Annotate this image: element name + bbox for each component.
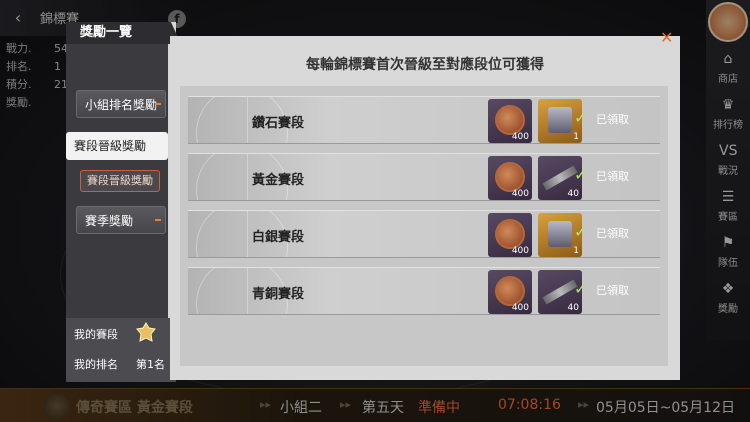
blade-icon [542, 279, 578, 305]
tier-reward-row: 白銀賽段 400 1 ✓ 已領取 [188, 210, 660, 258]
checkmark-icon: ✓ [574, 279, 588, 298]
my-rank-value: 第1名 [136, 358, 165, 371]
claimed-status: 已領取 [596, 170, 629, 183]
item-quantity: 400 [511, 246, 529, 256]
item-quantity: 40 [567, 303, 579, 313]
claimed-status: 已領取 [596, 284, 629, 297]
sub-tab-tier-promotion[interactable]: 賽段晉級獎勵 [80, 170, 160, 192]
coin-icon [495, 162, 525, 192]
tier-name: 鑽石賽段 [252, 116, 305, 131]
coin-icon [495, 219, 525, 249]
coin-reward-item[interactable]: 400 [488, 213, 532, 257]
item-quantity: 400 [511, 189, 529, 199]
chip-icon [548, 107, 572, 133]
my-rank-label: 我的排名 [74, 358, 118, 371]
item-quantity: 1 [573, 246, 579, 256]
my-rank-box: 我的賽段 我的排名 第1名 [66, 318, 176, 382]
coin-reward-item[interactable]: 400 [488, 156, 532, 200]
coin-icon [495, 105, 525, 135]
tier-badge-icon [136, 322, 156, 342]
item-quantity: 40 [567, 189, 579, 199]
chip-icon [548, 221, 572, 247]
item-quantity: 400 [511, 132, 529, 142]
claimed-status: 已領取 [596, 113, 629, 126]
coin-reward-item[interactable]: 400 [488, 99, 532, 143]
tier-name: 青銅賽段 [252, 287, 305, 302]
tier-reward-row: 黃金賽段 400 40 ✓ 已領取 [188, 153, 660, 201]
close-icon[interactable]: ✕ [660, 28, 673, 47]
tab-indicator [155, 219, 161, 221]
coin-reward-item[interactable]: 400 [488, 270, 532, 314]
tab-indicator [155, 103, 161, 105]
rewards-main-panel: 每輪錦標賽首次晉級至對應段位可獲得 鑽石賽段 400 1 ✓ 已領取 黃金賽段 … [170, 36, 680, 380]
tier-decoration [188, 268, 288, 314]
rewards-description: 每輪錦標賽首次晉級至對應段位可獲得 [306, 57, 544, 73]
tab-group-rank-rewards[interactable]: 小組排名獎勵 [76, 90, 166, 118]
tier-reward-list: 鑽石賽段 400 1 ✓ 已領取 黃金賽段 400 40 ✓ 已領取 白銀賽段 … [180, 86, 668, 366]
claimed-status: 已領取 [596, 227, 629, 240]
item-quantity: 400 [511, 303, 529, 313]
tier-reward-row: 鑽石賽段 400 1 ✓ 已領取 [188, 96, 660, 144]
checkmark-icon: ✓ [574, 222, 588, 241]
item-quantity: 1 [573, 132, 579, 142]
coin-icon [495, 276, 525, 306]
tab-tier-promotion-rewards[interactable]: 賽段晉級獎勵 [66, 132, 168, 160]
my-tier-label: 我的賽段 [74, 328, 118, 341]
rewards-panel-title: 獎勵一覽 [66, 22, 168, 44]
blade-icon [542, 165, 578, 191]
tier-name: 黃金賽段 [252, 173, 305, 188]
tab-season-rewards[interactable]: 賽季獎勵 [76, 206, 166, 234]
tier-decoration [188, 97, 288, 143]
tier-reward-row: 青銅賽段 400 40 ✓ 已領取 [188, 267, 660, 315]
tier-decoration [188, 154, 288, 200]
checkmark-icon: ✓ [574, 165, 588, 184]
checkmark-icon: ✓ [574, 108, 588, 127]
tier-name: 白銀賽段 [252, 230, 305, 245]
tier-decoration [188, 211, 288, 257]
